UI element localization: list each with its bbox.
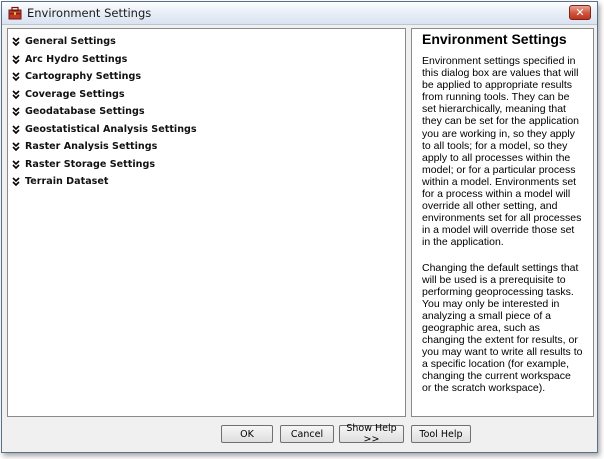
settings-category-cartography[interactable]: Cartography Settings	[8, 68, 405, 86]
double-chevron-down-icon	[12, 37, 20, 47]
double-chevron-down-icon	[12, 142, 20, 152]
settings-category-label: Geostatistical Analysis Settings	[25, 123, 197, 135]
settings-list: General Settings Arc Hydro Settings Cart…	[8, 29, 405, 191]
show-help-button[interactable]: Show Help >>	[339, 423, 404, 445]
settings-category-general[interactable]: General Settings	[8, 33, 405, 51]
help-paragraph-1: Environment settings specified in this d…	[422, 55, 582, 249]
double-chevron-down-icon	[12, 177, 20, 187]
settings-category-geostatistical-analysis[interactable]: Geostatistical Analysis Settings	[8, 121, 405, 139]
settings-panel[interactable]: General Settings Arc Hydro Settings Cart…	[7, 28, 406, 417]
settings-category-label: Geodatabase Settings	[25, 106, 145, 118]
double-chevron-down-icon	[12, 107, 20, 117]
double-chevron-down-icon	[12, 125, 20, 134]
double-chevron-down-icon	[12, 160, 20, 169]
help-title: Environment Settings	[422, 31, 567, 47]
tool-help-button[interactable]: Tool Help	[411, 425, 471, 443]
window-title: Environment Settings	[27, 6, 152, 20]
cancel-button[interactable]: Cancel	[280, 425, 334, 443]
help-paragraph-2: Changing the default settings that will …	[422, 261, 583, 395]
settings-category-arc-hydro[interactable]: Arc Hydro Settings	[8, 51, 405, 69]
settings-category-terrain-dataset[interactable]: Terrain Dataset	[8, 173, 405, 191]
settings-category-label: Raster Storage Settings	[25, 158, 156, 170]
title-bar[interactable]: Environment Settings ✕	[2, 2, 597, 25]
environment-settings-dialog: Environment Settings ✕ General Settings …	[1, 1, 598, 453]
settings-category-label: General Settings	[25, 36, 116, 48]
settings-category-label: Cartography Settings	[25, 71, 142, 83]
dialog-button-row: OK Cancel Show Help >> Tool Help	[2, 423, 597, 445]
settings-category-coverage[interactable]: Coverage Settings	[8, 86, 405, 104]
settings-category-label: Terrain Dataset	[25, 176, 109, 188]
settings-category-geodatabase[interactable]: Geodatabase Settings	[8, 103, 405, 121]
close-icon: ✕	[575, 6, 585, 19]
ok-button[interactable]: OK	[221, 425, 273, 443]
settings-category-label: Coverage Settings	[25, 88, 125, 100]
help-panel[interactable]: Environment Settings Environment setting…	[411, 28, 594, 417]
double-chevron-down-icon	[12, 72, 20, 82]
close-button[interactable]: ✕	[569, 5, 591, 20]
settings-category-raster-storage[interactable]: Raster Storage Settings	[8, 156, 405, 174]
double-chevron-down-icon	[12, 55, 20, 64]
toolbox-icon	[8, 6, 22, 20]
double-chevron-down-icon	[12, 90, 20, 99]
settings-category-label: Arc Hydro Settings	[25, 53, 128, 65]
settings-category-label: Raster Analysis Settings	[25, 141, 158, 153]
settings-category-raster-analysis[interactable]: Raster Analysis Settings	[8, 138, 405, 156]
